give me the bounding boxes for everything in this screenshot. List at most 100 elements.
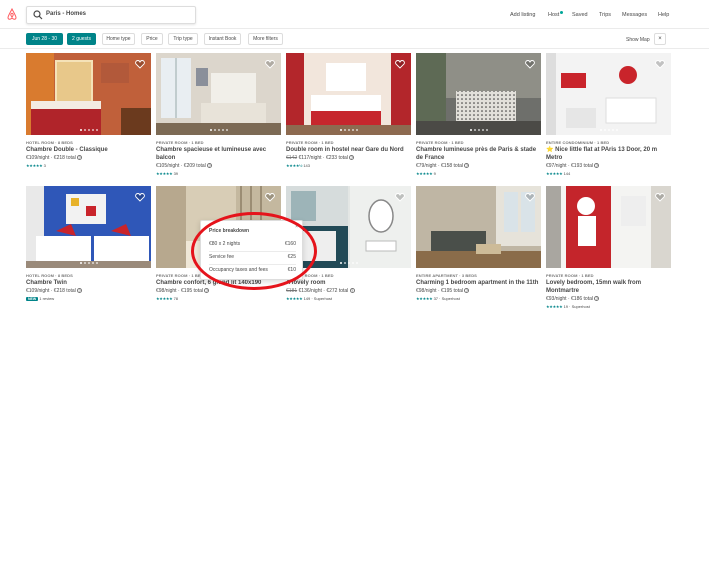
guests-filter[interactable]: 2 guests bbox=[67, 33, 96, 45]
notification-dot bbox=[560, 11, 563, 14]
star-rating-icon: ★★★★★ bbox=[546, 304, 563, 309]
heart-icon[interactable] bbox=[135, 192, 145, 202]
listing-type: PRIVATE ROOM · 1 BED bbox=[546, 273, 594, 278]
info-icon[interactable]: ? bbox=[464, 163, 470, 169]
listing-title[interactable]: Double room in hostel near Gare du Nord bbox=[286, 146, 411, 154]
listing-price: €105/night · €209 total ? bbox=[156, 163, 213, 169]
listing-rating: ★★★★★ 9 bbox=[416, 171, 436, 176]
show-map-label[interactable]: Show Map bbox=[626, 37, 650, 43]
listing-title[interactable]: Chambre lumineuse près de Paris & stade … bbox=[416, 146, 541, 162]
home-type-filter[interactable]: Home type bbox=[102, 33, 135, 45]
nav-messages[interactable]: Messages bbox=[622, 12, 647, 18]
listing-price: €181 €136/night · €272 total ? bbox=[286, 288, 355, 294]
star-rating-icon: ★★★★★ bbox=[416, 171, 433, 176]
heart-icon[interactable] bbox=[135, 59, 145, 69]
info-icon[interactable]: ? bbox=[464, 288, 470, 294]
nav-add-listing[interactable]: Add listing bbox=[510, 12, 535, 18]
listing-rating: ★★★★★ 39 bbox=[156, 171, 179, 176]
heart-icon[interactable] bbox=[265, 192, 275, 202]
info-icon[interactable]: ? bbox=[594, 296, 600, 302]
nav-trips[interactable]: Trips bbox=[599, 12, 611, 18]
listing-photo[interactable] bbox=[546, 53, 671, 135]
filter-bar: Jun 28 - 30 2 guests Home type Price Tri… bbox=[0, 29, 709, 49]
listing-title[interactable]: Chambre Double - Classique bbox=[26, 146, 151, 154]
listing-type: ENTIRE CONDOMINIUM · 1 BED bbox=[546, 140, 610, 145]
listing-rating: NEW 1 review bbox=[26, 296, 55, 301]
search-input[interactable]: Paris - Homes bbox=[46, 11, 86, 17]
listing-type: PRIVATE ROOM · 1 BED bbox=[416, 140, 464, 145]
photo-carousel-dots[interactable] bbox=[286, 129, 411, 131]
red-highlight-circle bbox=[191, 212, 317, 290]
heart-icon[interactable] bbox=[655, 192, 665, 202]
photo-carousel-dots[interactable] bbox=[26, 262, 151, 264]
listing-price: €98/night · €195 total ? bbox=[416, 288, 470, 294]
heart-icon[interactable] bbox=[265, 59, 275, 69]
listing-rating: ★★★★★ 37 · Superhost bbox=[416, 296, 460, 301]
listing-title[interactable]: ⭐ Nice little flat at PAris 13 Door, 20 … bbox=[546, 146, 671, 162]
listing-photo[interactable] bbox=[416, 186, 541, 268]
info-icon[interactable]: ? bbox=[349, 155, 355, 161]
info-icon[interactable]: ? bbox=[207, 163, 213, 169]
star-rating-icon: ★★★★★ bbox=[26, 163, 43, 168]
heart-icon[interactable] bbox=[525, 192, 535, 202]
listing-price: €142 €117/night · €233 total ? bbox=[286, 155, 355, 161]
listing-title[interactable]: Chambre Twin bbox=[26, 279, 151, 287]
info-icon[interactable]: ? bbox=[594, 163, 600, 169]
nav-help[interactable]: Help bbox=[658, 12, 669, 18]
star-rating-icon: ★★★★★ bbox=[416, 296, 433, 301]
info-icon[interactable]: ? bbox=[204, 288, 210, 294]
listing-photo[interactable] bbox=[286, 53, 411, 135]
photo-carousel-dots[interactable] bbox=[416, 129, 541, 131]
listing-rating: ★★★★★ 78 bbox=[156, 296, 179, 301]
photo-carousel-dots[interactable] bbox=[546, 129, 671, 131]
photo-carousel-dots[interactable] bbox=[26, 129, 151, 131]
listing-rating: ★★★★★ 3 bbox=[26, 163, 46, 168]
listing-price: €109/night · €218 total ? bbox=[26, 288, 83, 294]
top-header: Paris - Homes Add listing Host Saved Tri… bbox=[0, 0, 709, 29]
nav-saved[interactable]: Saved bbox=[572, 12, 588, 18]
search-icon bbox=[33, 10, 43, 20]
heart-icon[interactable] bbox=[395, 59, 405, 69]
heart-icon[interactable] bbox=[655, 59, 665, 69]
listing-type: HOTEL ROOM · 8 BEDS bbox=[26, 273, 73, 278]
photo-carousel-dots[interactable] bbox=[156, 129, 281, 131]
star-rating-icon: ★★★★★ bbox=[156, 171, 173, 176]
info-icon[interactable]: ? bbox=[349, 288, 355, 294]
listing-type: PRIVATE ROOM · 1 BED bbox=[156, 140, 204, 145]
listing-photo[interactable] bbox=[26, 53, 151, 135]
star-rating-icon: ★★★★½ bbox=[286, 163, 303, 168]
listing-rating: ★★★★½ 143 bbox=[286, 163, 310, 168]
instant-book-filter[interactable]: Instant Book bbox=[204, 33, 241, 45]
new-badge: NEW bbox=[26, 297, 39, 301]
listing-type: PRIVATE ROOM · 1 BED bbox=[286, 140, 334, 145]
listing-title[interactable]: Chambre spacieuse et lumineuse avec balc… bbox=[156, 146, 281, 162]
star-rating-icon: ★★★★★ bbox=[286, 296, 303, 301]
listing-price: €93/night · €186 total ? bbox=[546, 296, 600, 302]
listing-rating: ★★★★★ 149 · Superhost bbox=[286, 296, 333, 301]
listing-photo[interactable] bbox=[26, 186, 151, 268]
listing-price: €98/night · €195 total ? bbox=[156, 288, 210, 294]
close-map-button[interactable]: × bbox=[654, 33, 666, 45]
listing-type: ENTIRE APARTMENT · 3 BEDS bbox=[416, 273, 477, 278]
info-icon[interactable]: ? bbox=[77, 288, 83, 294]
search-bar[interactable]: Paris - Homes bbox=[26, 6, 196, 24]
more-filters-button[interactable]: More filters bbox=[248, 33, 283, 45]
listing-title[interactable]: Lovely bedroom, 15mn walk from Montmartr… bbox=[546, 279, 671, 295]
dates-filter[interactable]: Jun 28 - 30 bbox=[26, 33, 63, 45]
listing-photo[interactable] bbox=[546, 186, 671, 268]
listing-photo[interactable] bbox=[416, 53, 541, 135]
listing-type: PRIVATE ROOM · 1 BED bbox=[156, 273, 204, 278]
airbnb-logo-icon[interactable] bbox=[6, 8, 18, 21]
listing-photo[interactable] bbox=[156, 53, 281, 135]
trip-type-filter[interactable]: Trip type bbox=[168, 33, 198, 45]
nav-host[interactable]: Host bbox=[548, 12, 559, 18]
listing-type: HOTEL ROOM · 8 BEDS bbox=[26, 140, 73, 145]
listing-price: €109/night · €218 total ? bbox=[26, 155, 83, 161]
price-filter[interactable]: Price bbox=[141, 33, 163, 45]
listing-title[interactable]: Charming 1 bedroom apartment in the 11th bbox=[416, 279, 541, 287]
listing-price: €97/night · €193 total ? bbox=[546, 163, 600, 169]
info-icon[interactable]: ? bbox=[77, 155, 83, 161]
listing-title[interactable]: A lovely room bbox=[286, 279, 411, 287]
heart-icon[interactable] bbox=[525, 59, 535, 69]
heart-icon[interactable] bbox=[395, 192, 405, 202]
